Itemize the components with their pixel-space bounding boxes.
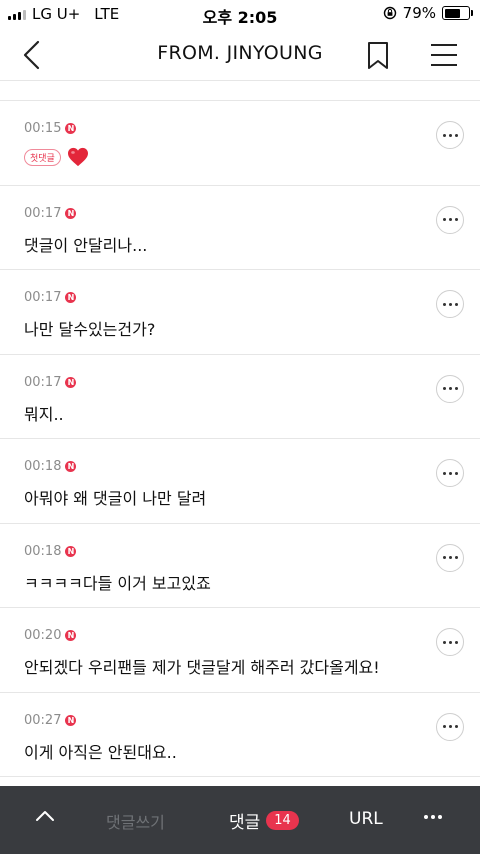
new-badge: N (65, 630, 77, 641)
comment-more-button[interactable] (436, 205, 464, 234)
comment-item: 00:15 N 첫댓글 (0, 101, 480, 186)
comment-timestamp: 00:18 N (24, 544, 77, 559)
comment-more-button[interactable] (436, 543, 464, 572)
more-dots-icon (442, 387, 446, 390)
comment-more-button[interactable] (436, 121, 464, 149)
comment-text: 이게 아직은 안된대요.. (24, 742, 177, 762)
comment-item: 00:17 N 뭐지.. (0, 355, 480, 439)
navigation-bar: FROM. JINYOUNG (0, 28, 480, 81)
comment-timestamp: 00:17 N (24, 375, 77, 390)
rotation-lock-icon (383, 6, 396, 20)
new-badge: N (65, 207, 77, 219)
comment-timestamp: 00:27 N (24, 713, 77, 728)
new-badge: N (65, 545, 77, 557)
comments-button[interactable]: 댓글 14 (229, 808, 299, 833)
comment-item: 00:18 N ㅋㅋㅋㅋ다들 이거 보고있죠 (0, 524, 480, 608)
page-title: FROM. JINYOUNG (157, 42, 323, 64)
comments-label: 댓글 (229, 813, 261, 833)
first-comment-tag: 첫댓글 (24, 148, 61, 166)
new-badge: N (65, 376, 77, 388)
more-dots-icon (442, 218, 446, 221)
new-badge: N (65, 123, 77, 134)
comment-list: 00:15 N 첫댓글 00:17 N 댓글이 안달리나... 00:17 N … (0, 101, 480, 777)
comment-more-button[interactable] (436, 712, 464, 741)
comment-more-button[interactable] (436, 290, 464, 318)
comment-text: 안되겠다 우리팬들 제가 댓글달게 해주러 갔다올게요! (24, 658, 380, 677)
comment-item: 00:18 N 아뭐야 왜 댓글이 나만 달려 (0, 439, 480, 524)
comment-timestamp: 00:15 N (24, 121, 77, 136)
url-button[interactable]: URL (349, 809, 383, 829)
comment-timestamp: 00:20 N (24, 628, 77, 643)
write-comment-button[interactable]: 댓글쓰기 (106, 809, 165, 833)
comment-item: 00:17 N 댓글이 안달리나... (0, 186, 480, 270)
comment-item: 00:17 N 나만 달수있는건가? (0, 270, 480, 355)
comment-text: 뭐지.. (24, 404, 64, 424)
battery-info: 79% (383, 4, 473, 22)
bottom-toolbar: 댓글쓰기 댓글 14 URL (0, 786, 480, 854)
comment-content: 첫댓글 (24, 147, 89, 167)
more-dots-icon (442, 725, 446, 728)
hamburger-menu-icon[interactable] (428, 40, 460, 70)
bookmark-icon[interactable] (362, 38, 394, 72)
comment-item: 00:20 N 안되겠다 우리팬들 제가 댓글달게 해주러 갔다올게요! (0, 608, 480, 693)
comment-count-badge: 14 (266, 811, 299, 830)
comment-text: 댓글이 안달리나... (24, 235, 148, 255)
comment-text: ㅋㅋㅋㅋ다들 이거 보고있죠 (24, 573, 211, 593)
battery-percent: 79% (402, 4, 436, 22)
new-badge: N (65, 461, 77, 472)
more-dots-icon (442, 640, 446, 644)
more-dots-icon (442, 302, 446, 306)
chevron-up-icon[interactable] (34, 808, 56, 824)
more-dots-icon (442, 133, 446, 137)
comment-timestamp: 00:18 N (24, 459, 77, 474)
comment-text: 아뭐야 왜 댓글이 나만 달려 (24, 489, 207, 508)
comment-more-button[interactable] (436, 628, 464, 656)
more-dots-icon (442, 556, 446, 559)
new-badge: N (65, 292, 77, 303)
more-dots-icon (442, 471, 446, 475)
comment-timestamp: 00:17 N (24, 290, 77, 305)
status-bar: LG U+ LTE 오후 2:05 79% (0, 0, 480, 28)
heart-emoji-icon (67, 147, 88, 167)
battery-icon (442, 6, 473, 20)
more-options-icon[interactable] (424, 808, 448, 826)
comment-item: 00:27 N 이게 아직은 안된대요.. (0, 693, 480, 777)
comment-more-button[interactable] (436, 374, 464, 403)
comment-timestamp: 00:17 N (24, 206, 77, 221)
new-badge: N (65, 714, 77, 726)
comment-text: 나만 달수있는건가? (24, 320, 156, 339)
comment-more-button[interactable] (436, 459, 464, 487)
